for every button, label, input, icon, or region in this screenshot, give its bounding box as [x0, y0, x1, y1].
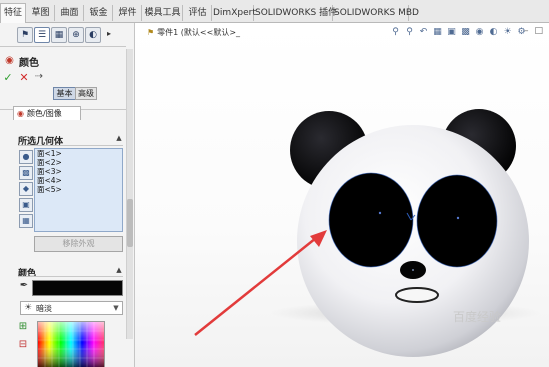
basic-mode-button[interactable]: 基本 — [53, 87, 76, 100]
pushpin-icon[interactable]: ⇢ — [33, 71, 45, 83]
display-manager-tab-icon[interactable]: ◐ — [85, 27, 101, 43]
watermark-text: 百度经验 — [453, 310, 502, 324]
graphics-area[interactable]: ⚑零件1 (默认<<默认>_ ⚲ ⚲ ↶ ▦ ▣ ▩ ◉ ◐ ☀ ⚙ – □ — [135, 23, 549, 367]
shading-value: 暗淡 — [36, 304, 52, 313]
select-face-icon[interactable]: ▩ — [19, 166, 33, 180]
left-eye-patch[interactable] — [329, 173, 413, 267]
color-image-subtab[interactable]: ◉ 颜色/图像 — [13, 106, 81, 120]
cancel-x-icon[interactable]: ✕ — [18, 71, 30, 83]
annotation-arrow — [194, 237, 317, 336]
scrollbar-thumb[interactable] — [127, 199, 133, 247]
color-swatch[interactable] — [32, 280, 123, 296]
tab-solidworks-mbd[interactable]: SOLIDWORKS MBD — [334, 5, 419, 21]
selected-faces-list[interactable]: 面<1> 面<2> 面<3> 面<4> 面<5> — [34, 148, 123, 232]
ok-check-icon[interactable]: ✓ — [2, 71, 14, 83]
configuration-manager-tab-icon[interactable]: ▦ — [51, 27, 67, 43]
color-section-label: 颜色 — [18, 269, 37, 279]
remove-color-icon[interactable]: ⊟ — [17, 339, 29, 351]
list-item[interactable]: 面<3> — [35, 167, 122, 176]
tab-mold-tools[interactable]: 模具工具 — [143, 5, 183, 21]
collapse-chevron-icon[interactable]: ▲ — [115, 266, 123, 274]
property-manager-tab-icon[interactable]: ☰ — [34, 27, 50, 43]
shading-select[interactable]: ☀ 暗淡 ▼ — [20, 301, 123, 315]
tab-surfaces[interactable]: 曲面 — [56, 5, 84, 21]
select-solid-icon[interactable]: ▦ — [19, 214, 33, 228]
tab-sheet-metal[interactable]: 钣金 — [85, 5, 113, 21]
command-manager-tabs: 特征 草图 曲面 钣金 焊件 模具工具 评估 DimXpert SOLIDWOR… — [0, 0, 549, 23]
dimxpert-manager-tab-icon[interactable]: ⊕ — [68, 27, 84, 43]
panel-title: 颜色 — [19, 58, 39, 69]
lighting-icon: ☀ — [23, 302, 33, 313]
appearance-palette-icon: ◉ — [5, 54, 14, 66]
advanced-mode-button[interactable]: 高级 — [75, 87, 97, 100]
tab-evaluate[interactable]: 评估 — [184, 5, 212, 21]
color-subtab-icon: ◉ — [17, 108, 24, 118]
add-color-icon[interactable]: ⊞ — [17, 321, 29, 333]
select-feature-icon[interactable]: ◆ — [19, 182, 33, 196]
tab-features[interactable]: 特征 — [0, 3, 26, 23]
collapse-chevron-icon[interactable]: ▲ — [115, 134, 123, 142]
list-item[interactable]: 面<4> — [35, 176, 122, 185]
remove-appearance-button[interactable]: 移除外观 — [34, 236, 123, 252]
tab-sketch[interactable]: 草图 — [27, 5, 55, 21]
tab-dimxpert[interactable]: DimXpert — [213, 5, 256, 21]
chevron-right-icon[interactable]: ▸ — [104, 29, 114, 39]
eyedropper-icon[interactable]: ✒ — [18, 280, 30, 292]
right-eye-patch[interactable] — [417, 175, 497, 267]
panel-scrollbar[interactable] — [126, 49, 133, 339]
feature-tree-tab-icon[interactable]: ⚑ — [17, 27, 33, 43]
property-manager-panel: ⚑ ☰ ▦ ⊕ ◐ ▸ ◉ 颜色 ✓ ✕ ⇢ 基本 高级 ◉ 颜色/图像 所选几… — [0, 23, 135, 367]
list-item[interactable]: 面<5> — [35, 185, 122, 194]
color-image-subtab-label: 颜色/图像 — [27, 109, 62, 118]
color-palette[interactable] — [37, 321, 105, 367]
select-part-icon[interactable]: ● — [19, 150, 33, 164]
list-item[interactable]: 面<1> — [35, 149, 122, 158]
tab-weldments[interactable]: 焊件 — [114, 5, 142, 21]
select-body-icon[interactable]: ▣ — [19, 198, 33, 212]
list-item[interactable]: 面<2> — [35, 158, 122, 167]
panda-mouth[interactable] — [395, 287, 439, 303]
tab-solidworks-addins[interactable]: SOLIDWORKS 插件 — [255, 5, 337, 21]
chevron-down-icon: ▼ — [113, 303, 119, 312]
